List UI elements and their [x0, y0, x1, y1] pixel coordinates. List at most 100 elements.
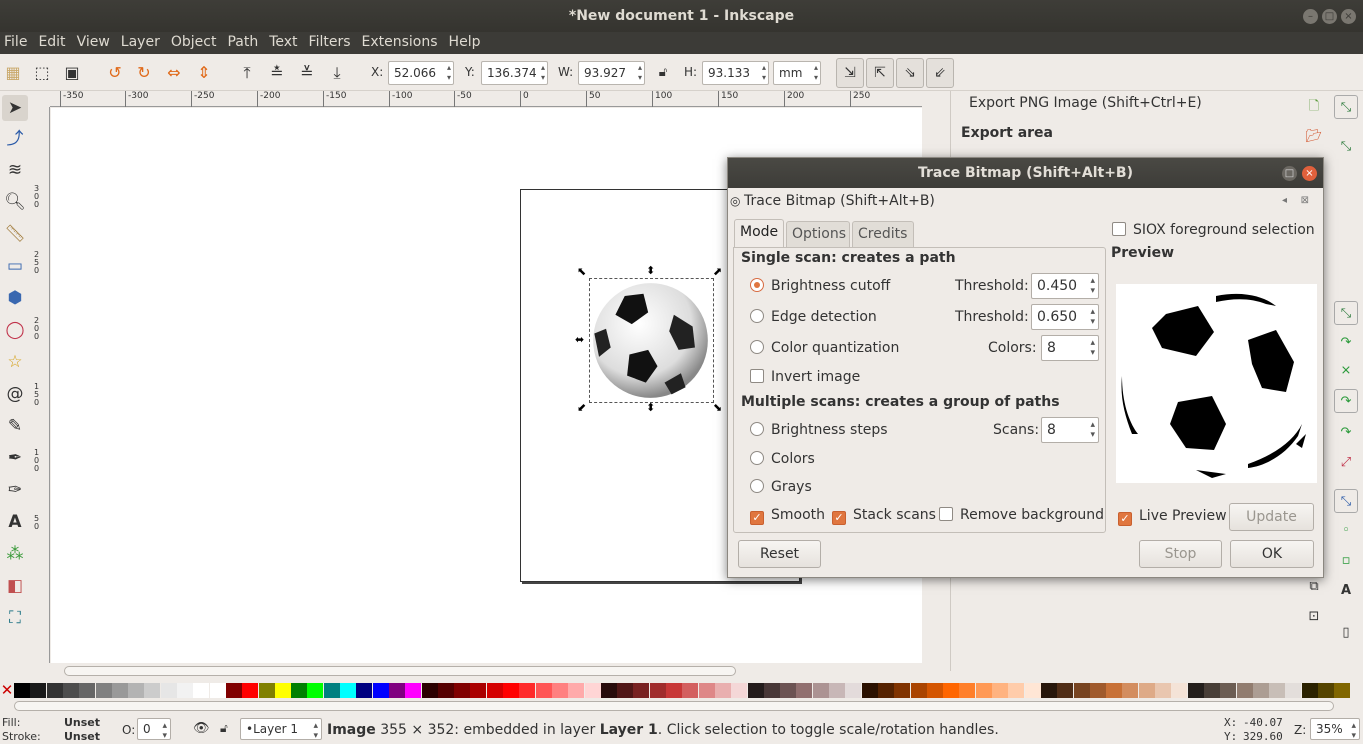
raise-to-top-icon[interactable]: ⤒	[236, 62, 258, 84]
palette-swatch[interactable]	[1171, 683, 1188, 698]
minimize-icon[interactable]: –	[1303, 9, 1318, 24]
palette-swatch[interactable]	[910, 683, 927, 698]
palette-swatch[interactable]	[617, 683, 634, 698]
zoom-input[interactable]: 35%	[1310, 718, 1360, 741]
pencil-tool-icon[interactable]: ✎	[2, 413, 28, 439]
palette-swatch[interactable]	[128, 683, 145, 698]
tweak-tool-icon[interactable]: ≋	[2, 157, 28, 183]
palette-swatch[interactable]	[144, 683, 161, 698]
brightness-steps-radio[interactable]	[750, 422, 764, 436]
palette-swatch[interactable]	[160, 683, 177, 698]
close-icon[interactable]: ×	[1341, 9, 1356, 24]
palette-swatch[interactable]	[519, 683, 536, 698]
siox-option[interactable]: SIOX foreground selection	[1112, 222, 1315, 238]
palette-swatch[interactable]	[1089, 683, 1106, 698]
scrollbar-thumb[interactable]	[64, 666, 736, 676]
palette-swatch[interactable]	[1122, 683, 1139, 698]
brightness-cutoff-radio[interactable]	[750, 278, 764, 292]
palette-swatch[interactable]	[372, 683, 389, 698]
move-patterns-icon[interactable]: ⇙	[926, 58, 954, 88]
w-input[interactable]: 93.927	[578, 61, 645, 85]
3d-box-tool-icon[interactable]: ⬢	[2, 285, 28, 311]
select-all-icon[interactable]: ▦	[2, 62, 24, 84]
palette-swatch[interactable]	[780, 683, 797, 698]
palette-swatch[interactable]	[193, 683, 210, 698]
palette-swatch[interactable]	[421, 683, 438, 698]
fill-value[interactable]: Unset	[64, 716, 100, 729]
palette-swatch[interactable]	[1073, 683, 1090, 698]
maximize-icon[interactable]: □	[1322, 9, 1337, 24]
palette-swatch[interactable]	[796, 683, 813, 698]
stop-button[interactable]: Stop	[1139, 540, 1222, 568]
palette-swatch[interactable]	[79, 683, 96, 698]
palette-swatch[interactable]	[307, 683, 324, 698]
invert-image-checkbox[interactable]	[750, 369, 764, 383]
palette-swatch[interactable]	[568, 683, 585, 698]
palette-swatch[interactable]	[209, 683, 226, 698]
palette-swatch[interactable]	[30, 683, 47, 698]
palette-scroll-thumb[interactable]	[14, 701, 1334, 711]
no-paint-icon[interactable]: ✕	[0, 681, 14, 699]
remove-background-checkbox[interactable]	[939, 507, 953, 521]
palette-swatch[interactable]	[584, 683, 601, 698]
snap-smooth-icon[interactable]: ↷	[1334, 421, 1358, 445]
scale-corners-icon[interactable]: ⇱	[866, 58, 894, 88]
colors-radio[interactable]	[750, 451, 764, 465]
layer-select[interactable]: •Layer 1	[240, 718, 322, 741]
snap-nodes-icon[interactable]: ⤡	[1334, 301, 1358, 325]
rotate-cw-icon[interactable]: ↻	[133, 62, 155, 84]
stack-scans-checkbox[interactable]: ✓	[832, 511, 846, 525]
palette-swatch[interactable]	[926, 683, 943, 698]
palette-swatch[interactable]	[46, 683, 63, 698]
zoom-tool-icon[interactable]: 🔍︎	[2, 189, 28, 215]
rotate-ccw-icon[interactable]: ↺	[104, 62, 126, 84]
palette-swatch[interactable]	[1301, 683, 1318, 698]
remove-background-option[interactable]: Remove background	[939, 507, 1104, 523]
snap-intersections-icon[interactable]: ⨯	[1334, 359, 1358, 383]
palette-swatch[interactable]	[1203, 683, 1220, 698]
palette-swatch[interactable]	[1106, 683, 1123, 698]
opacity-input[interactable]: 0	[137, 718, 171, 741]
paint-bucket-tool-icon[interactable]: ⛶	[2, 605, 28, 631]
flip-vertical-icon[interactable]: ⇕	[193, 62, 215, 84]
snap-toggle-icon[interactable]: ⤡	[1334, 95, 1358, 119]
palette-swatch[interactable]	[845, 683, 862, 698]
palette-swatch[interactable]	[551, 683, 568, 698]
live-preview-option[interactable]: ✓ Live Preview	[1118, 508, 1227, 526]
palette-swatch[interactable]	[503, 683, 519, 698]
toggle-visibility-icon[interactable]: 👁︎	[193, 721, 210, 736]
snap-centers-icon[interactable]: ⤡	[1334, 489, 1358, 513]
snap-text-baseline-icon[interactable]: ▫	[1334, 549, 1358, 573]
tab-mode[interactable]: Mode	[734, 219, 784, 248]
palette-swatch[interactable]	[111, 683, 128, 698]
palette-swatch[interactable]	[877, 683, 894, 698]
flip-horizontal-icon[interactable]: ⇔	[163, 62, 185, 84]
palette-swatch[interactable]	[633, 683, 650, 698]
palette-swatch[interactable]	[861, 683, 878, 698]
horizontal-scrollbar[interactable]	[50, 663, 922, 679]
edge-threshold-input[interactable]: 0.650	[1031, 304, 1099, 330]
siox-checkbox[interactable]	[1112, 222, 1126, 236]
palette-swatch[interactable]	[682, 683, 699, 698]
palette-swatch[interactable]	[62, 683, 79, 698]
scale-handle-ne[interactable]: ⬈	[713, 265, 722, 278]
smooth-checkbox[interactable]: ✓	[750, 511, 764, 525]
palette-swatch[interactable]	[698, 683, 715, 698]
smooth-option[interactable]: ✓ Smooth	[750, 507, 825, 525]
palette-swatch[interactable]	[177, 683, 193, 698]
h-input[interactable]: 93.133	[702, 61, 769, 85]
lower-icon[interactable]: ≚	[296, 62, 318, 84]
palette-swatch[interactable]	[1269, 683, 1286, 698]
scans-input[interactable]: 8	[1041, 417, 1099, 443]
raise-icon[interactable]: ≛	[266, 62, 288, 84]
palette-swatch[interactable]	[1252, 683, 1269, 698]
lock-ratio-icon[interactable]: 🔓︎	[652, 62, 674, 84]
palette-swatch[interactable]	[1024, 683, 1041, 698]
palette-swatch[interactable]	[1138, 683, 1155, 698]
palette-swatch[interactable]	[470, 683, 487, 698]
menu-layer[interactable]: Layer	[117, 32, 167, 50]
snap-paths-icon[interactable]: ↷	[1334, 331, 1358, 355]
x-input[interactable]: 52.066	[388, 61, 454, 85]
star-tool-icon[interactable]: ☆	[2, 349, 28, 375]
text-tool-icon[interactable]: A	[2, 509, 28, 535]
